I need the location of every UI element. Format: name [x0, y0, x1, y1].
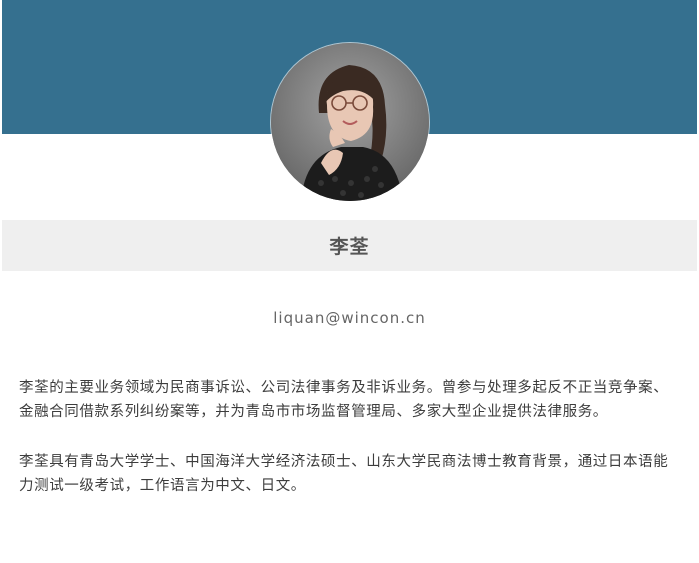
bio-paragraph: 李荃具有青岛大学学士、中国海洋大学经济法硕士、山东大学民商法博士教育背景，通过日… [19, 454, 669, 494]
portrait-photo-icon [271, 43, 429, 201]
profile-name: 李荃 [329, 236, 370, 258]
name-bar: 李荃 [2, 220, 697, 271]
bio-paragraph: 李荃的主要业务领域为民商事诉讼、公司法律事务及非诉业务。曾参与处理多起反不正当竞… [19, 380, 669, 420]
profile-bio: 李荃的主要业务领域为民商事诉讼、公司法律事务及非诉业务。曾参与处理多起反不正当竞… [19, 376, 681, 524]
avatar [271, 43, 429, 201]
profile-email[interactable]: liquan@wincon.cn [0, 309, 699, 327]
